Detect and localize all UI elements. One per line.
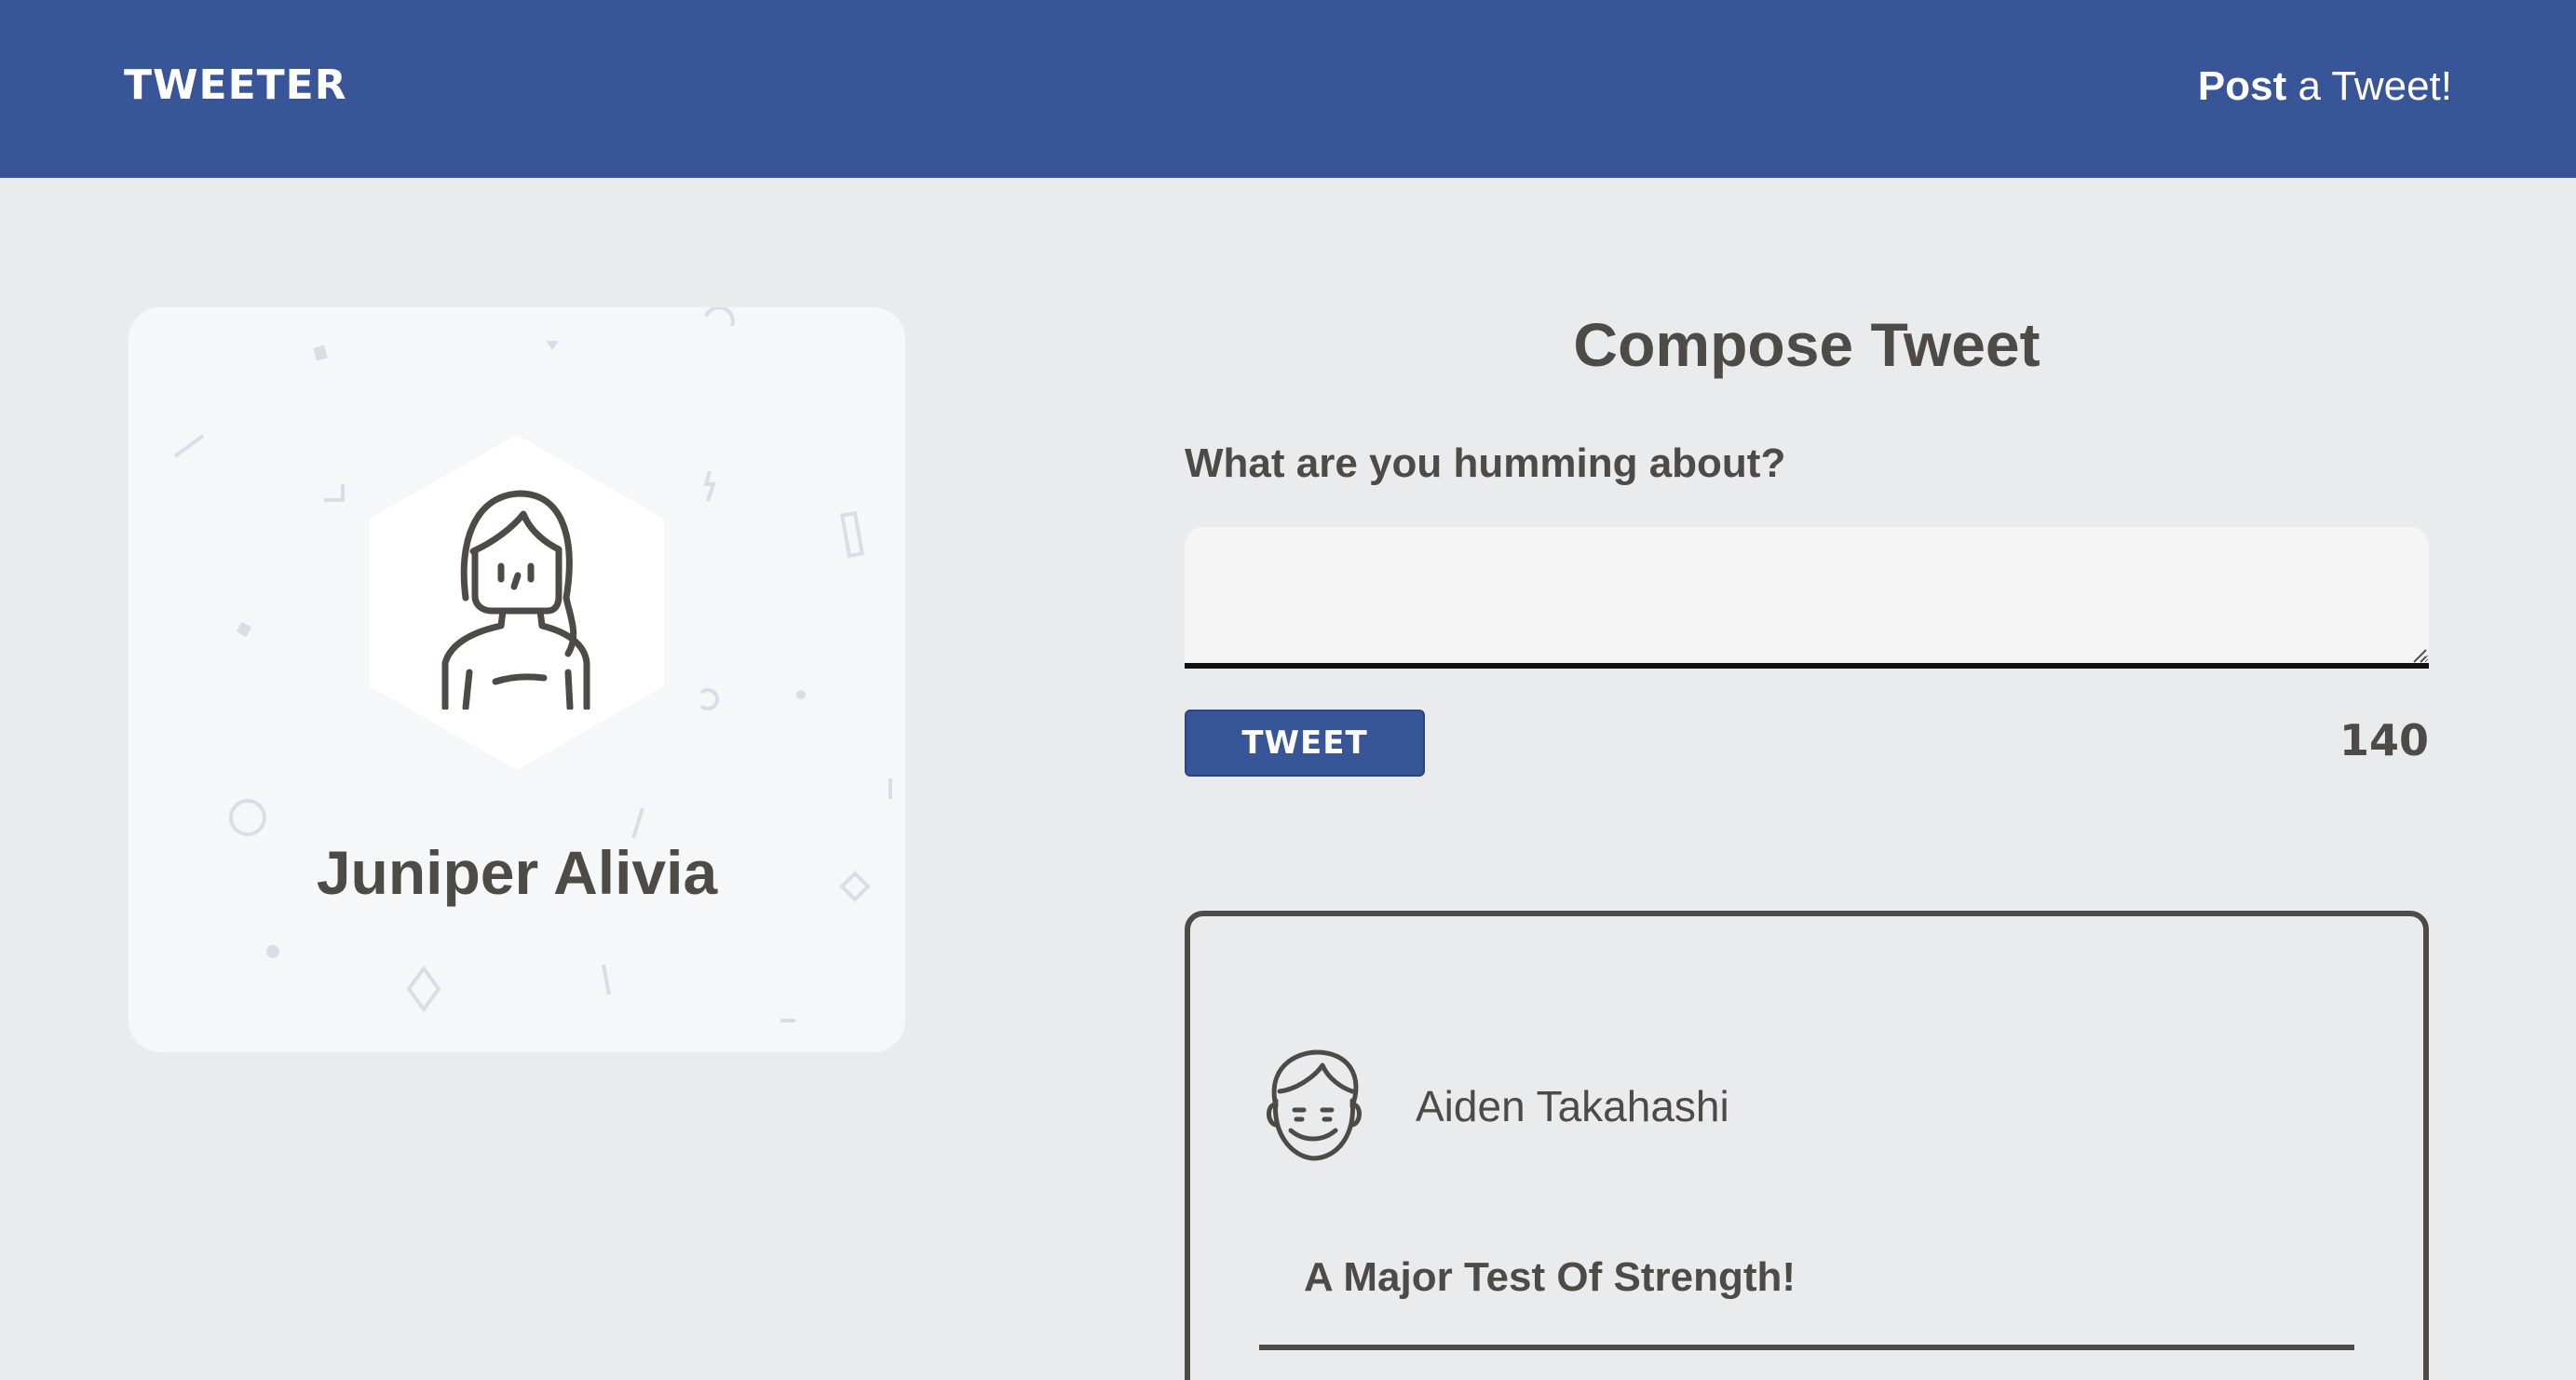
woman-avatar-icon (441, 490, 590, 710)
compose-title: Compose Tweet (1573, 310, 2040, 379)
tweet-textarea[interactable] (1185, 527, 2429, 669)
man-avatar-icon (1267, 1049, 1362, 1161)
post-tweet-link-rest: a Tweet! (2286, 63, 2452, 109)
tweet-card (1185, 911, 2429, 1380)
tweet-button[interactable]: TWEET (1185, 710, 1425, 777)
tweet-author-name: Aiden Takahashi (1416, 1082, 1729, 1130)
post-tweet-link[interactable]: Post a Tweet! (2198, 59, 2452, 115)
textarea-resize-handle-icon[interactable] (2412, 648, 2427, 663)
character-counter: 140 (2339, 715, 2429, 765)
brand-logo[interactable]: TWEETER (124, 58, 347, 114)
profile-name: Juniper Alivia (316, 838, 718, 907)
post-tweet-link-bold: Post (2197, 63, 2287, 109)
top-navbar: TWEETER Post a Tweet! (0, 0, 2576, 178)
profile-card (129, 307, 905, 1052)
compose-label: What are you humming about? (1185, 440, 1786, 486)
tweet-text: A Major Test Of Strength! (1304, 1254, 1796, 1300)
tweet-divider (1259, 1345, 2354, 1350)
